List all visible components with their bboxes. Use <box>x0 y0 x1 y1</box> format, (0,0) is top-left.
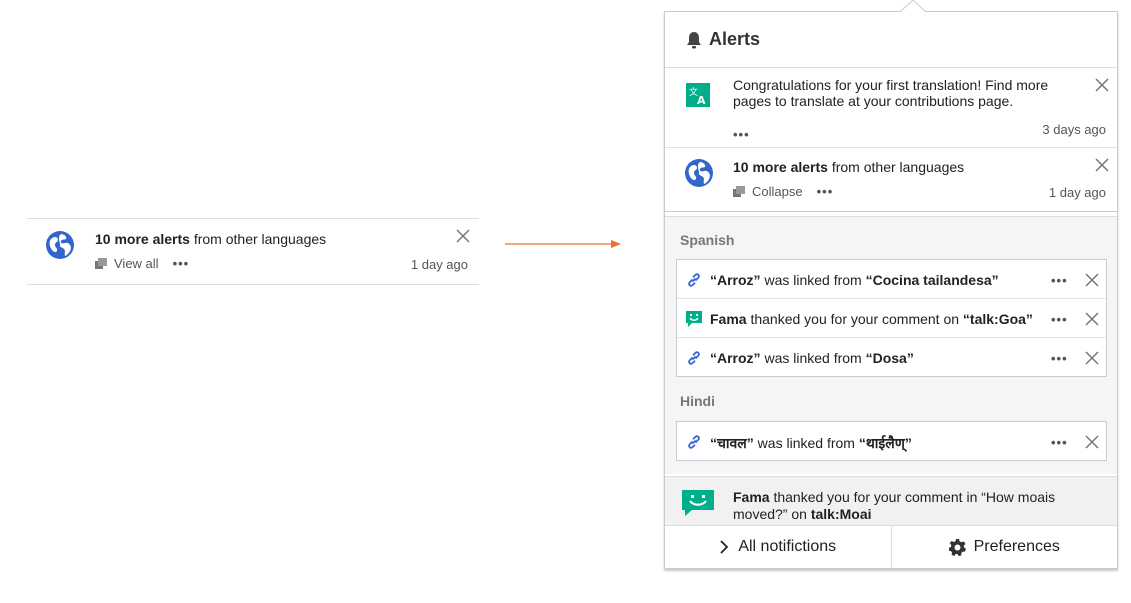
close-icon[interactable] <box>1095 158 1109 172</box>
view-all-label[interactable]: View all <box>114 256 159 271</box>
chevron-right-icon <box>720 540 729 554</box>
collapsed-bundle-card[interactable]: 10 more alerts from other languages View… <box>27 218 479 285</box>
stack-icon <box>733 186 745 197</box>
popup-title: Alerts <box>709 29 761 49</box>
bundle-notification[interactable]: 10 more alerts from other languages Coll… <box>665 148 1117 212</box>
more-options-icon[interactable]: ••• <box>733 127 750 142</box>
popup-footer: All notifictions Preferences <box>665 525 1117 568</box>
language-groups: Spanish “Arroz” was linked from “Cocina … <box>665 216 1117 474</box>
all-notifications-label: All notifictions <box>738 538 837 555</box>
alerts-popup: Alerts 文 A Congratulations for your firs… <box>664 11 1118 569</box>
notification-item[interactable]: 文 A Congratulations for your first trans… <box>665 68 1117 148</box>
bell-icon <box>687 32 701 49</box>
group-label-hindi: Hindi <box>680 393 715 409</box>
notification-text: Fama thanked you for your comment in “Ho… <box>733 489 1056 522</box>
all-notifications-button[interactable]: All notifictions <box>665 526 891 568</box>
timestamp: 1 day ago <box>1048 185 1106 200</box>
collapse-action[interactable]: Collapse ••• <box>733 184 833 199</box>
stack-icon <box>95 258 107 269</box>
link-icon <box>688 273 700 287</box>
view-all-action[interactable]: View all ••• <box>95 256 189 271</box>
more-options-icon[interactable]: ••• <box>1051 273 1068 288</box>
popup-header: Alerts <box>665 12 1117 68</box>
sub-notification-text: “Arroz” was linked from “Dosa” <box>710 350 914 366</box>
more-options-icon[interactable]: ••• <box>1051 435 1068 450</box>
timestamp: 1 day ago <box>410 257 468 272</box>
close-icon[interactable] <box>1085 312 1099 326</box>
collapse-label[interactable]: Collapse <box>752 184 803 199</box>
sub-notification-text: “Arroz” was linked from “Cocina tailande… <box>710 272 999 288</box>
preferences-label: Preferences <box>973 538 1060 555</box>
group-label-spanish: Spanish <box>680 232 735 248</box>
sub-notification[interactable]: “Arroz” was linked from “Dosa” ••• <box>677 338 1106 377</box>
popup-pointer <box>900 0 926 13</box>
more-options-icon[interactable]: ••• <box>1051 312 1068 327</box>
close-icon[interactable] <box>1085 351 1099 365</box>
group-hindi: “चावल” was linked from “थाईलैण्” ••• <box>676 421 1107 461</box>
close-icon[interactable] <box>1085 273 1099 287</box>
notification-item[interactable]: Fama thanked you for your comment in “Ho… <box>665 476 1117 526</box>
translate-icon: 文 A <box>686 83 710 107</box>
sub-notification[interactable]: “Arroz” was linked from “Cocina tailande… <box>677 260 1106 299</box>
more-options-icon[interactable]: ••• <box>173 257 190 270</box>
more-options-icon[interactable]: ••• <box>1051 351 1068 366</box>
timestamp: 3 days ago <box>1042 122 1106 137</box>
close-icon[interactable] <box>1095 78 1109 92</box>
svg-text:A: A <box>697 94 706 107</box>
close-icon[interactable] <box>1085 435 1099 449</box>
sub-notification-text: “चावल” was linked from “थाईलैण्” <box>710 435 912 451</box>
bundle-title: 10 more alerts from other languages <box>95 231 327 247</box>
bundle-title: 10 more alerts from other languages <box>733 159 965 175</box>
thanks-icon <box>686 311 702 327</box>
link-icon <box>688 435 700 449</box>
group-spanish: “Arroz” was linked from “Cocina tailande… <box>676 259 1107 377</box>
arrow-icon <box>505 240 621 248</box>
close-icon[interactable] <box>456 229 470 243</box>
sub-notification[interactable]: Fama thanked you for your comment on “ta… <box>677 299 1106 338</box>
link-icon <box>688 351 700 365</box>
gear-icon <box>948 538 966 556</box>
thanks-icon <box>682 490 714 516</box>
globe-icon <box>685 159 713 187</box>
more-options-icon[interactable]: ••• <box>817 185 834 198</box>
preferences-button[interactable]: Preferences <box>890 526 1118 568</box>
sub-notification[interactable]: “चावल” was linked from “थाईलैण्” ••• <box>677 422 1106 461</box>
sub-notification-text: Fama thanked you for your comment on “ta… <box>710 311 1033 327</box>
notification-text: Congratulations for your first translati… <box>733 77 1049 109</box>
globe-icon <box>46 231 74 259</box>
